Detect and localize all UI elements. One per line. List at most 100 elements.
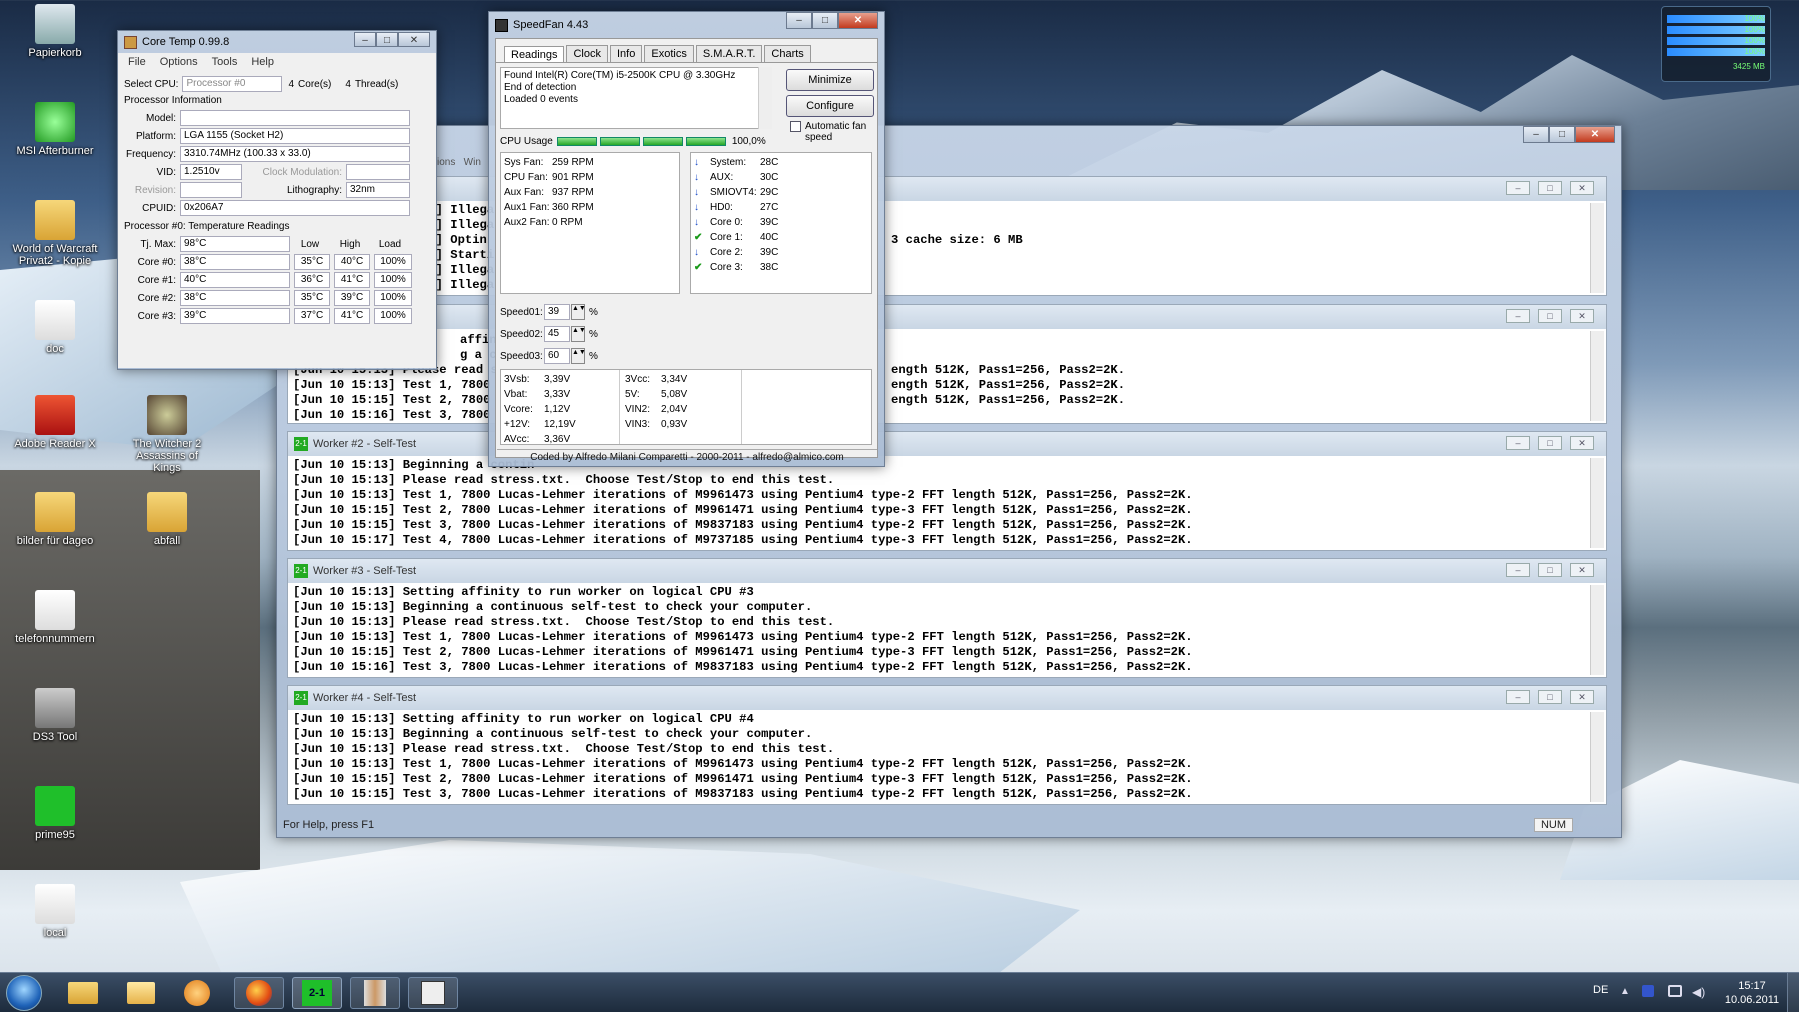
worker-log-line: [Jun 10 15:13] Setting affinity to run w… bbox=[293, 585, 754, 599]
desktop-shortcut[interactable]: World of Warcraft Privat2 - Kopie bbox=[10, 200, 100, 267]
close-button[interactable]: ✕ bbox=[1570, 436, 1594, 450]
scrollbar[interactable] bbox=[1590, 203, 1604, 293]
desktop-shortcut[interactable]: Adobe Reader X bbox=[10, 395, 100, 450]
scrollbar[interactable] bbox=[1590, 458, 1604, 548]
minimize-button[interactable]: – bbox=[786, 12, 812, 29]
arrow-down-icon: ↓ bbox=[694, 217, 699, 228]
explorer-taskbar-button[interactable] bbox=[58, 977, 108, 1009]
close-button[interactable]: ✕ bbox=[1570, 563, 1594, 577]
desktop-shortcut[interactable]: local bbox=[10, 884, 100, 939]
start-button[interactable] bbox=[6, 975, 42, 1011]
gadget-bar: 100% bbox=[1667, 37, 1765, 45]
maximize-button[interactable]: □ bbox=[1538, 563, 1562, 577]
desktop-shortcut[interactable]: Papierkorb bbox=[10, 4, 100, 59]
maximize-button[interactable]: □ bbox=[1538, 690, 1562, 704]
close-button[interactable]: ✕ bbox=[1575, 126, 1615, 143]
desktop-shortcut[interactable]: abfall bbox=[122, 492, 212, 547]
desktop-shortcut[interactable]: bilder für dageo bbox=[10, 492, 100, 547]
tab-info[interactable]: Info bbox=[610, 45, 643, 62]
voltage-row: +12V: 12,19V bbox=[504, 417, 614, 432]
prime95-taskbar-button[interactable]: 2-1 bbox=[292, 977, 342, 1009]
close-button[interactable]: ✕ bbox=[1570, 690, 1594, 704]
maximize-button[interactable]: □ bbox=[1538, 181, 1562, 195]
network-icon[interactable] bbox=[1668, 985, 1682, 997]
folder-icon bbox=[68, 982, 98, 1004]
clock[interactable]: 15:17 10.06.2011 bbox=[1722, 979, 1782, 1007]
speed-stepper[interactable]: ▲▼ bbox=[571, 348, 586, 364]
maximize-button[interactable]: □ bbox=[812, 12, 838, 29]
show-hidden-icons-button[interactable]: ▲ bbox=[1620, 986, 1630, 997]
desktop-shortcut[interactable]: prime95 bbox=[10, 786, 100, 841]
minimize-button[interactable]: – bbox=[1523, 126, 1549, 143]
log-line: End of detection bbox=[504, 82, 577, 93]
auto-fan-checkbox[interactable] bbox=[790, 121, 801, 132]
minimize-button[interactable]: – bbox=[1506, 181, 1530, 195]
maximize-button[interactable]: □ bbox=[1549, 126, 1575, 143]
coretemp-taskbar-button[interactable] bbox=[350, 977, 400, 1009]
temp-name: Core 3: bbox=[710, 262, 743, 273]
prime95-icon: 2-1 bbox=[294, 564, 308, 578]
temp-name: System: bbox=[710, 157, 747, 168]
speed-stepper[interactable]: ▲▼ bbox=[571, 326, 586, 342]
maximize-button[interactable]: □ bbox=[376, 32, 398, 47]
minimize-button[interactable]: – bbox=[354, 32, 376, 47]
speed-input[interactable]: 60 bbox=[544, 348, 570, 364]
close-button[interactable]: ✕ bbox=[398, 32, 430, 47]
maximize-button[interactable]: □ bbox=[1538, 309, 1562, 323]
document-icon bbox=[35, 884, 75, 924]
speed-stepper[interactable]: ▲▼ bbox=[571, 304, 586, 320]
menu-tools[interactable]: Tools bbox=[212, 56, 238, 68]
scrollbar[interactable] bbox=[758, 67, 772, 129]
tab-clock[interactable]: Clock bbox=[566, 45, 608, 62]
minimize-button[interactable]: Minimize bbox=[786, 69, 874, 91]
desktop-shortcut[interactable]: DS3 Tool bbox=[10, 688, 100, 743]
desktop-shortcut[interactable]: telefonnummern bbox=[10, 590, 100, 645]
scrollbar[interactable] bbox=[1590, 331, 1604, 421]
language-indicator[interactable]: DE bbox=[1593, 984, 1608, 996]
show-desktop-button[interactable] bbox=[1787, 973, 1799, 1012]
tjmax-label: Tj. Max: bbox=[140, 238, 176, 250]
volume-icon[interactable]: ◀) bbox=[1692, 985, 1705, 999]
temp-value: 40C bbox=[760, 232, 779, 243]
minimize-button[interactable]: – bbox=[1506, 690, 1530, 704]
tray-app-icon[interactable] bbox=[1642, 985, 1654, 997]
core-high: 41°C bbox=[334, 272, 370, 288]
media-player-taskbar-button[interactable] bbox=[172, 977, 222, 1009]
mail-taskbar-button[interactable] bbox=[116, 977, 166, 1009]
speed-input[interactable]: 45 bbox=[544, 326, 570, 342]
temp-row: ✔ Core 1: 40C bbox=[694, 230, 868, 245]
close-button[interactable]: ✕ bbox=[838, 12, 878, 29]
scrollbar[interactable] bbox=[1590, 585, 1604, 675]
worker-log-line: [Jun 10 15:15] Test 3, 7800 Lucas-Lehmer… bbox=[293, 787, 1193, 801]
maximize-button[interactable]: □ bbox=[1538, 436, 1562, 450]
desktop-shortcut[interactable]: MSI Afterburner bbox=[10, 102, 100, 157]
speed-input[interactable]: 39 bbox=[544, 304, 570, 320]
desktop-shortcut[interactable]: The Witcher 2 Assassins of Kings bbox=[122, 395, 212, 474]
configure-button[interactable]: Configure bbox=[786, 95, 874, 117]
scrollbar[interactable] bbox=[1590, 712, 1604, 802]
close-button[interactable]: ✕ bbox=[1570, 181, 1594, 195]
temp-value: 39C bbox=[760, 247, 779, 258]
tab-readings[interactable]: Readings bbox=[504, 46, 565, 63]
minimize-button[interactable]: – bbox=[1506, 309, 1530, 323]
tab-charts[interactable]: Charts bbox=[764, 45, 811, 62]
menu-options[interactable]: Options bbox=[160, 56, 198, 68]
tab-smart[interactable]: S.M.A.R.T. bbox=[695, 45, 763, 62]
cpu-usage-bar bbox=[556, 137, 597, 146]
worker-log-line: [Jun 10 15:15] Test 3, 7800 Lucas-Lehmer… bbox=[293, 518, 1193, 532]
menu-file[interactable]: File bbox=[128, 56, 146, 68]
check-icon: ✔ bbox=[694, 232, 703, 243]
tab-exotics[interactable]: Exotics bbox=[644, 45, 694, 62]
window-controls: – □ ✕ bbox=[1523, 126, 1615, 143]
firefox-taskbar-button[interactable] bbox=[234, 977, 284, 1009]
status-help: For Help, press F1 bbox=[283, 819, 375, 831]
speedfan-taskbar-button[interactable] bbox=[408, 977, 458, 1009]
desktop-shortcut[interactable]: doc bbox=[10, 300, 100, 355]
minimize-button[interactable]: – bbox=[1506, 563, 1530, 577]
menu-help[interactable]: Help bbox=[251, 56, 274, 68]
close-button[interactable]: ✕ bbox=[1570, 309, 1594, 323]
minimize-button[interactable]: – bbox=[1506, 436, 1530, 450]
prime95-icon: 2-1 bbox=[302, 980, 332, 1006]
cpu-select[interactable]: Processor #0 bbox=[182, 76, 283, 92]
revision-label: Revision: bbox=[134, 184, 176, 196]
